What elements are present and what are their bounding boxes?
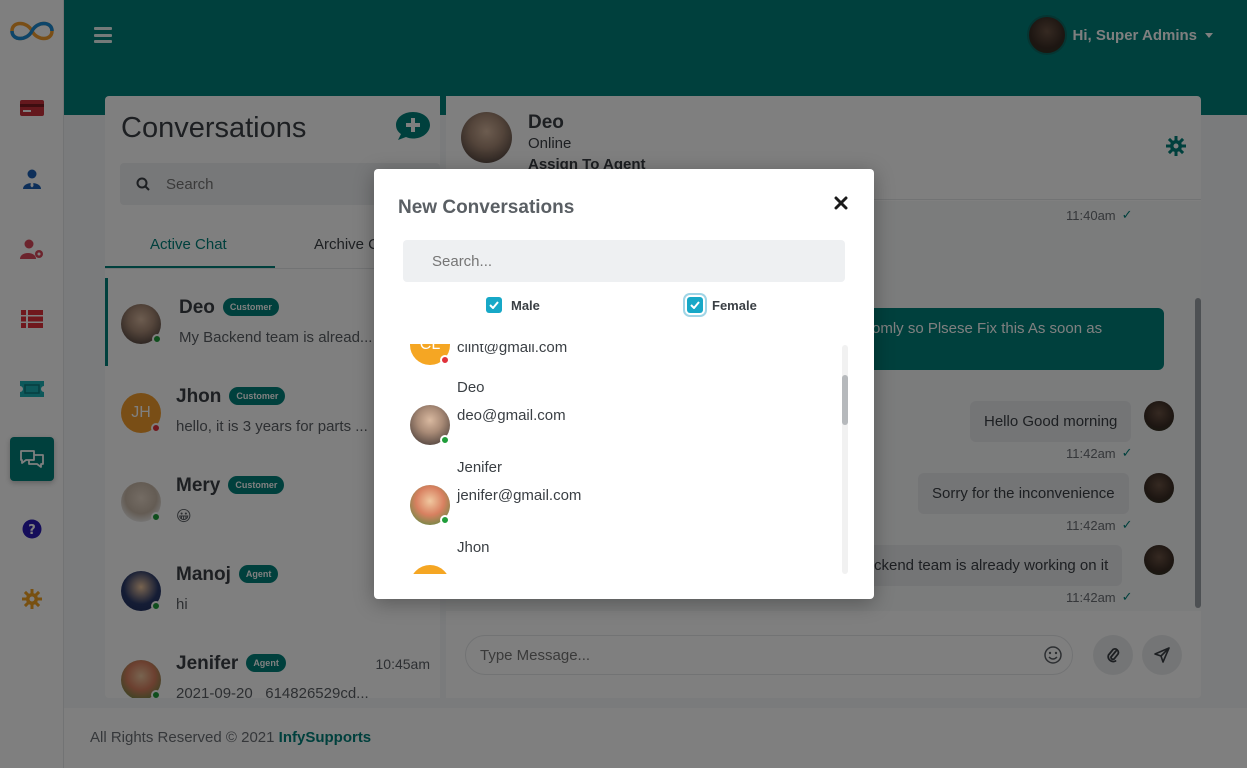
close-button[interactable] [834, 196, 850, 212]
offline-status-dot [440, 355, 450, 365]
filter-label: Male [511, 297, 540, 313]
filter-female[interactable]: Female [687, 297, 757, 313]
avatar [410, 565, 450, 574]
modal-title: New Conversations [398, 197, 575, 218]
user-list: CL clint@gmail.com Deo deo@gmail.com Jen… [403, 344, 851, 574]
modal-scrollbar[interactable] [842, 345, 848, 574]
checkbox-checked-icon[interactable] [687, 297, 703, 313]
checkbox-checked-icon[interactable] [486, 297, 502, 313]
user-email: deo@gmail.com [457, 407, 566, 424]
list-item[interactable]: Jhon [403, 539, 833, 574]
user-name: Jhon [457, 539, 490, 556]
user-name: Jenifer [457, 459, 503, 476]
filter-label: Female [712, 297, 757, 313]
online-status-dot [440, 515, 450, 525]
user-name: Deo [457, 379, 485, 396]
scrollbar-thumb[interactable] [842, 375, 848, 425]
user-email: jenifer@gmail.com [457, 487, 582, 504]
online-status-dot [440, 435, 450, 445]
close-icon [834, 196, 848, 210]
list-item[interactable]: Deo deo@gmail.com [403, 379, 833, 464]
filter-male[interactable]: Male [486, 297, 540, 313]
user-email: clint@gmail.com [457, 344, 568, 356]
list-item[interactable]: CL clint@gmail.com [403, 344, 833, 384]
new-conversation-modal: New Conversations Male Female CL clint@g… [374, 169, 874, 599]
list-item[interactable]: Jenifer jenifer@gmail.com [403, 459, 833, 544]
search-input[interactable] [403, 240, 845, 282]
